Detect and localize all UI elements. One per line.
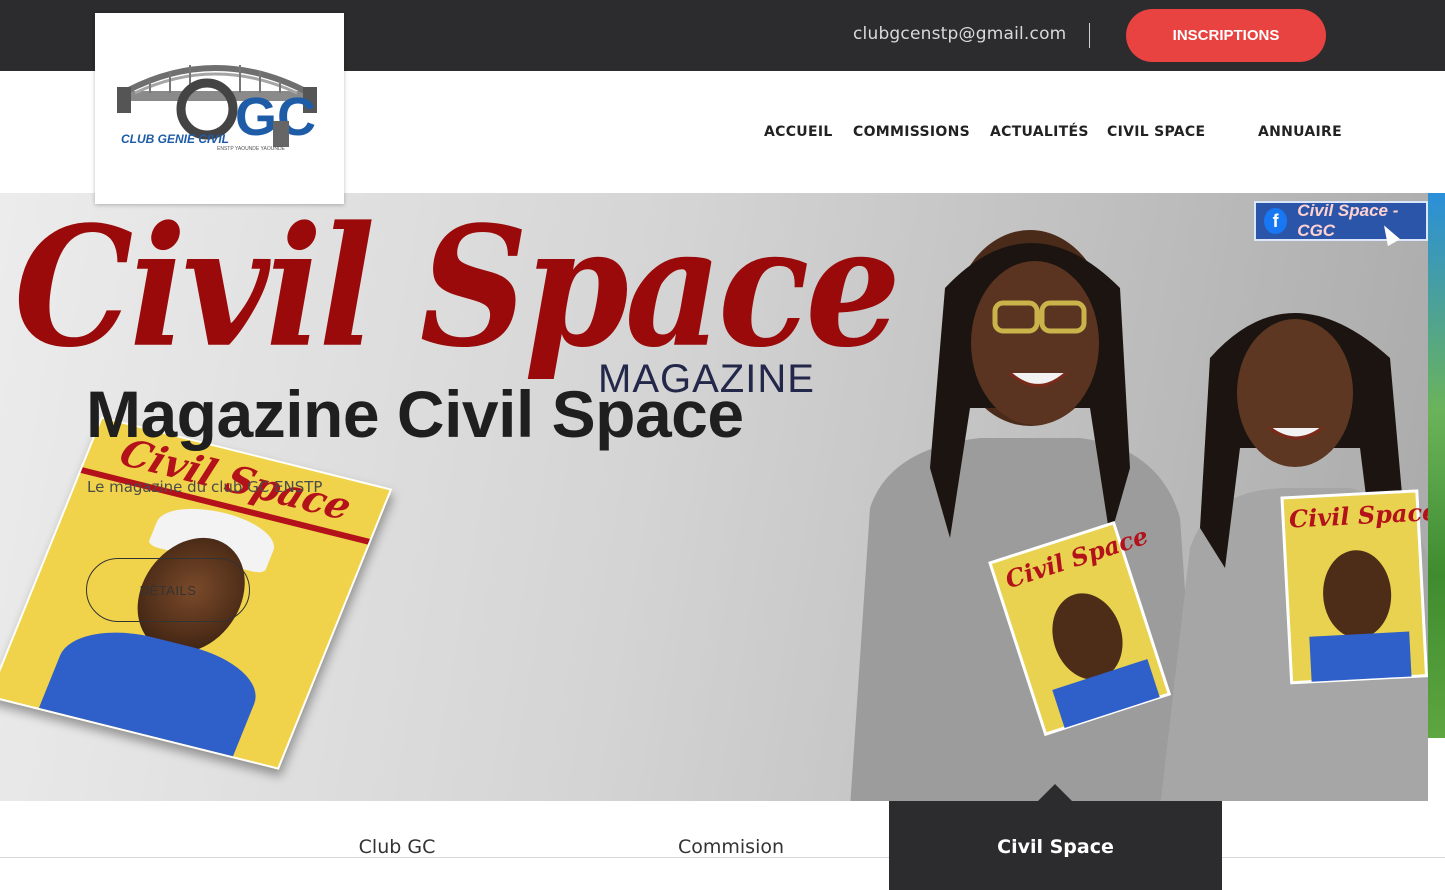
logo-text: CLUB GENIE CIVIL (121, 132, 229, 146)
facebook-icon: f (1264, 208, 1288, 234)
slide-title: Magazine Civil Space (86, 377, 744, 451)
tab-club-gc[interactable]: Club GC (230, 801, 564, 890)
tab-commision[interactable]: Commision (564, 801, 898, 890)
site-logo[interactable]: GC CLUB GENIE CIVIL ENSTP YAOUNDE YAOUND… (95, 13, 344, 204)
hero-slider: Civil Space MAGAZINE Civil Space Civil S… (0, 193, 1428, 801)
facebook-page-badge[interactable]: f Civil Space - CGC (1254, 201, 1428, 241)
nav-item-commissions[interactable]: COMMISSIONS (853, 124, 970, 140)
details-button[interactable]: DÉTAILS (86, 558, 250, 622)
slide-subtitle: Le magazine du club GC ENSTP (87, 478, 323, 496)
inscriptions-button[interactable]: INSCRIPTIONS (1126, 9, 1326, 62)
nav-item-accueil[interactable]: ACCUEIL (764, 124, 833, 140)
magazine-logo-title: Civil Space (14, 193, 901, 385)
next-slide-preview[interactable] (1428, 193, 1445, 738)
logo-tagline: ENSTP YAOUNDE YAOUNDE (217, 146, 286, 152)
active-tab-indicator (1038, 784, 1072, 801)
nav-item-annuaire[interactable]: ANNUAIRE (1258, 124, 1342, 140)
topbar-divider (1089, 23, 1090, 48)
nav-item-actualites[interactable]: ACTUALITÉS (990, 124, 1089, 140)
students-photo: Civil Space Civil Space (850, 230, 1428, 801)
nav-item-civil-space[interactable]: CIVIL SPACE (1107, 124, 1205, 140)
tab-civil-space[interactable]: Civil Space (889, 801, 1222, 890)
contact-email-link[interactable]: clubgcenstp@gmail.com (853, 24, 1066, 44)
club-gc-logo-image: GC CLUB GENIE CIVIL ENSTP YAOUNDE YAOUND… (117, 65, 317, 152)
facebook-badge-label: Civil Space - CGC (1297, 201, 1399, 240)
